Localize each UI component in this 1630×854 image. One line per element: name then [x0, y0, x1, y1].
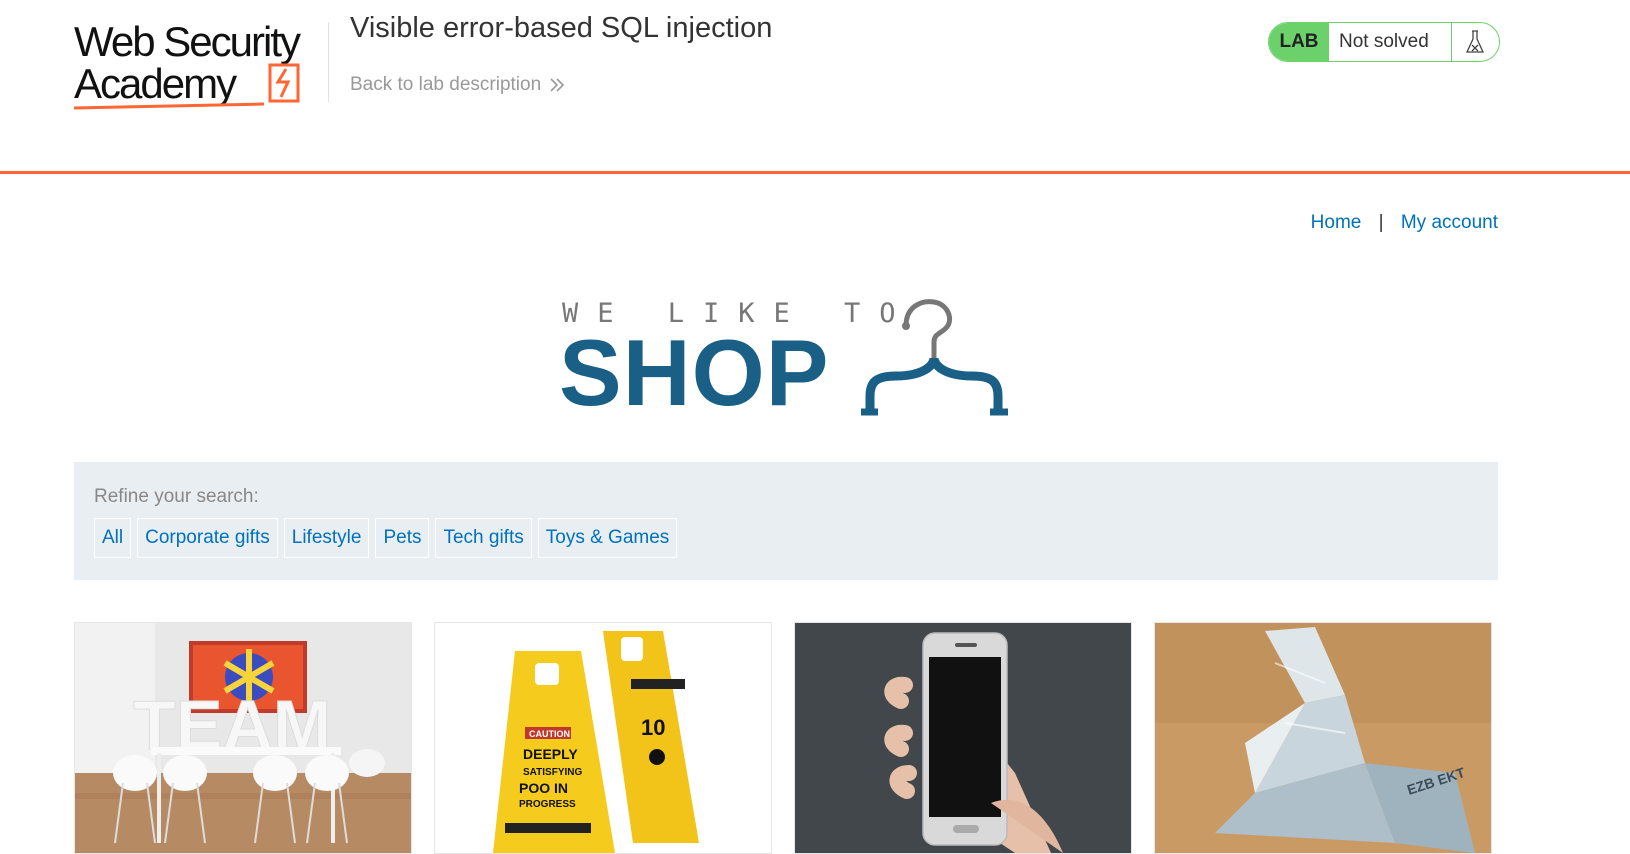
header-accent-rule — [0, 171, 1630, 174]
back-link-label: Back to lab description — [350, 74, 542, 95]
product-card[interactable] — [794, 622, 1132, 854]
top-nav: Home | My account — [1311, 212, 1498, 234]
web-security-academy-logo[interactable]: Web Security Academy — [74, 18, 334, 112]
logo-text-line1: Web Security — [74, 18, 301, 65]
team-room-image: TEAM — [75, 623, 411, 853]
filter-list: All Corporate gifts Lifestyle Pets Tech … — [94, 518, 678, 558]
filter-corporate-gifts[interactable]: Corporate gifts — [137, 518, 278, 558]
logo-text-line2: Academy — [74, 60, 237, 107]
hanger-icon — [861, 299, 1008, 416]
svg-text:DEEPLY: DEEPLY — [523, 746, 578, 762]
svg-text:SATISFYING: SATISFYING — [523, 767, 582, 778]
lab-status-widget: LAB Not solved — [1268, 22, 1500, 62]
caution-signs-image: 10 CAUTION DEEPLY SATISFYING POO IN PROG… — [435, 623, 771, 853]
product-card[interactable]: TEAM — [74, 622, 412, 854]
academy-logo-icon: Web Security Academy — [74, 18, 303, 110]
origami-euro-bird-image: EZB EKT — [1155, 623, 1491, 853]
filter-lifestyle[interactable]: Lifestyle — [283, 518, 370, 558]
nav-separator: | — [1378, 212, 1384, 233]
shop-logo: WE LIKE TO SHOP — [559, 296, 1012, 420]
search-filters-panel: Refine your search: All Corporate gifts … — [74, 462, 1498, 580]
my-account-link[interactable]: My account — [1401, 212, 1498, 233]
shop-wordmark: SHOP — [559, 320, 830, 425]
svg-text:10: 10 — [641, 715, 665, 740]
svg-text:CAUTION: CAUTION — [529, 729, 570, 739]
header-divider — [328, 22, 329, 102]
lab-title: Visible error-based SQL injection — [350, 12, 773, 44]
product-card[interactable]: EZB EKT — [1154, 622, 1492, 854]
product-grid: TEAM 10 CAUTION DEEPLY SATISFYING POO IN… — [74, 622, 1498, 854]
filter-pets[interactable]: Pets — [375, 518, 430, 558]
filter-all[interactable]: All — [94, 518, 132, 558]
home-link[interactable]: Home — [1311, 212, 1362, 233]
product-card[interactable]: 10 CAUTION DEEPLY SATISFYING POO IN PROG… — [434, 622, 772, 854]
flask-icon — [1465, 30, 1485, 53]
double-chevron-right-icon — [550, 78, 565, 92]
filter-tech-gifts[interactable]: Tech gifts — [435, 518, 532, 558]
lab-status-text: Not solved — [1339, 31, 1429, 52]
smartphone-hand-image — [795, 623, 1131, 853]
back-to-lab-description-link[interactable]: Back to lab description — [350, 74, 567, 96]
lab-status-icon-container — [1451, 23, 1498, 61]
refine-search-label: Refine your search: — [94, 486, 259, 507]
filter-toys-games[interactable]: Toys & Games — [537, 518, 678, 558]
lab-badge: LAB — [1269, 23, 1329, 61]
svg-text:PROGRESS: PROGRESS — [519, 799, 576, 810]
academy-header: Web Security Academy Visible error-based… — [0, 0, 1630, 174]
svg-text:POO IN: POO IN — [519, 780, 568, 796]
